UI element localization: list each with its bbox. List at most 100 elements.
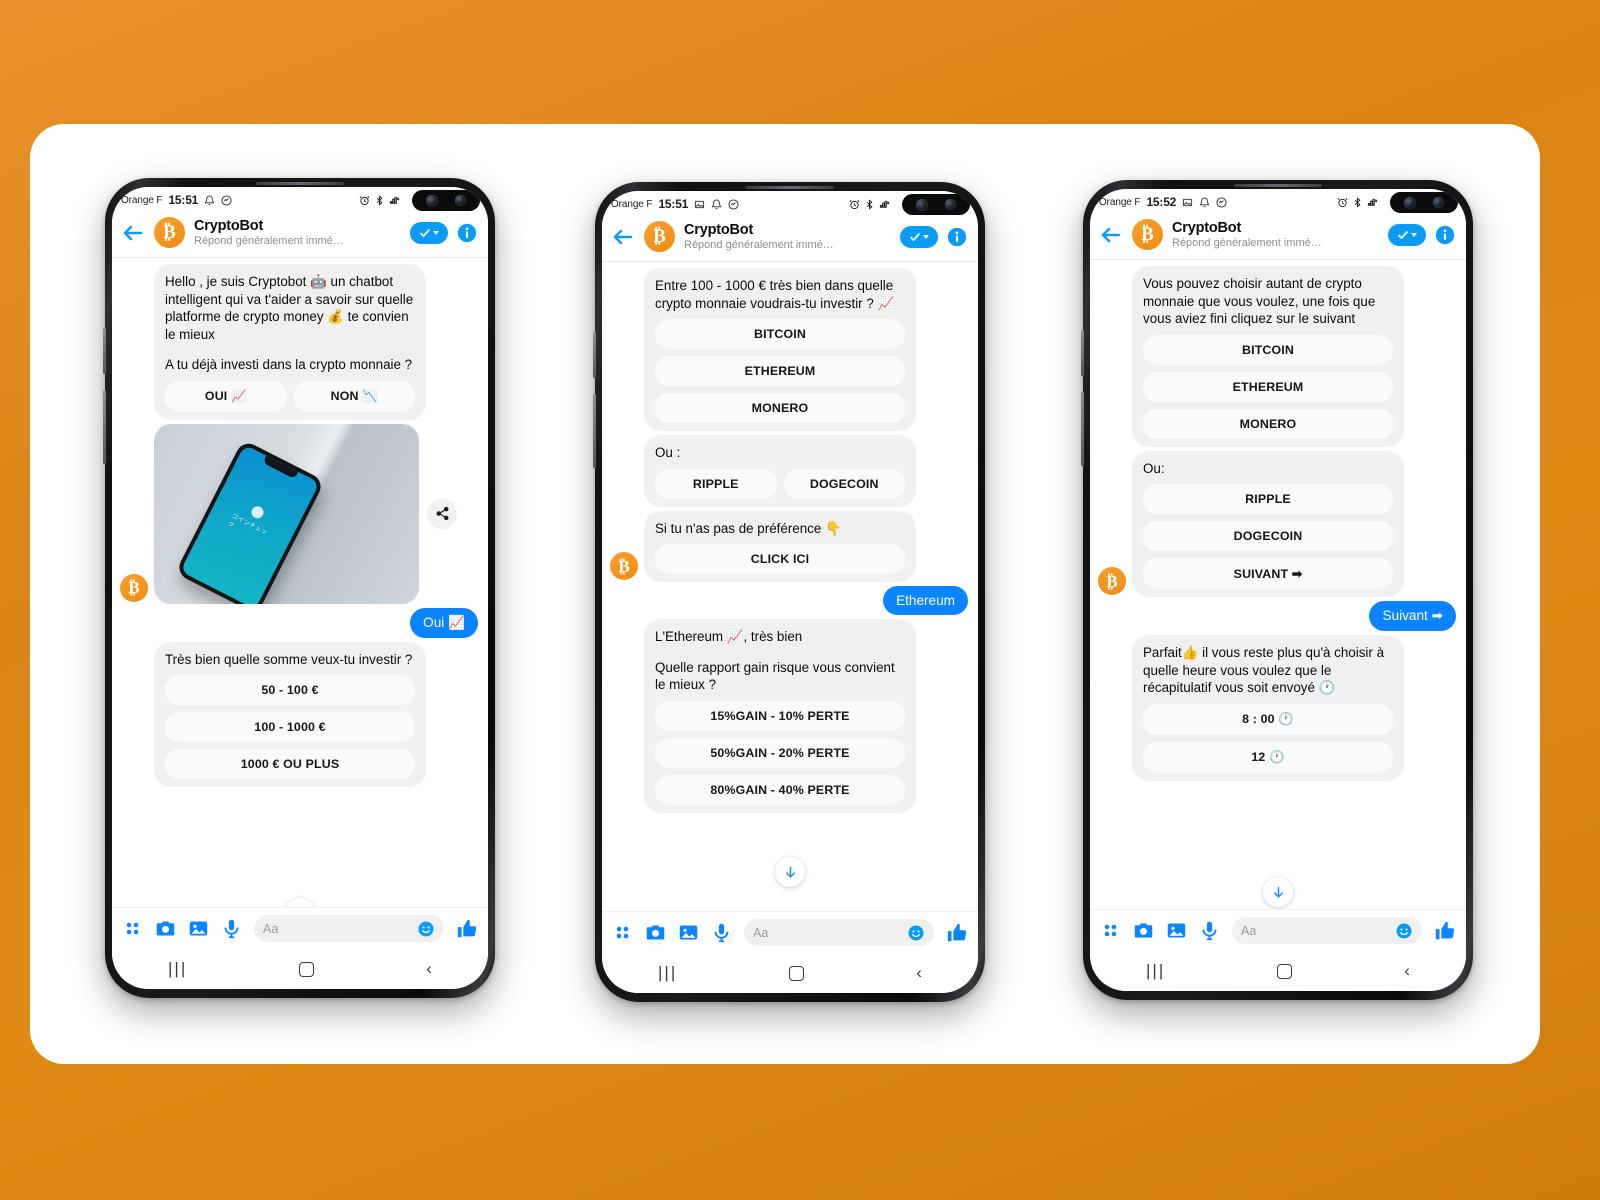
bitcoin-avatar[interactable]: ₿ [1132, 219, 1163, 250]
camera-icon[interactable] [155, 918, 176, 939]
quick-reply-bitcoin[interactable]: BITCOIN [1143, 334, 1393, 365]
recents-icon[interactable]: ||| [168, 959, 187, 979]
scroll-down-button[interactable] [775, 857, 805, 887]
conversation-list[interactable]: Vous pouvez choisir autant de crypto mon… [1090, 260, 1466, 909]
quick-reply-dogecoin[interactable]: DOGECOIN [1143, 521, 1393, 551]
conversation-list[interactable]: Entre 100 - 1000 € très bien dans quelle… [602, 262, 978, 911]
back-arrow-icon[interactable] [1099, 223, 1123, 247]
message-input[interactable]: Aa [1232, 917, 1422, 944]
bot-message-card: Ou : RIPPLE DOGECOIN [644, 435, 916, 507]
microphone-icon[interactable] [1199, 920, 1220, 941]
quick-reply-time-1[interactable]: 8 : 00 🕐 [1143, 703, 1393, 735]
home-icon[interactable] [299, 961, 315, 977]
android-navbar: ||| ‹ [602, 953, 978, 993]
recents-icon[interactable]: ||| [1146, 961, 1165, 981]
message-input[interactable]: Aa [744, 919, 934, 946]
check-pill-button[interactable] [410, 221, 448, 244]
quick-reply-amount-2[interactable]: 100 - 1000 € [165, 712, 415, 742]
volume-button[interactable] [1081, 330, 1084, 376]
bot-avatar-slot: ₿ [120, 424, 154, 604]
bluetooth-icon [376, 194, 383, 206]
thumbs-up-icon[interactable] [1434, 920, 1456, 942]
quick-reply-bitcoin[interactable]: BITCOIN [655, 319, 905, 349]
check-icon [1398, 230, 1408, 239]
info-icon[interactable] [947, 227, 967, 247]
message-input[interactable]: Aa [254, 915, 444, 942]
bot-message-card: Entre 100 - 1000 € très bien dans quelle… [644, 268, 916, 431]
alarm-icon [849, 199, 860, 209]
signal-mute-icon [1367, 198, 1378, 206]
android-navbar: ||| ‹ [1090, 951, 1466, 991]
scroll-down-button[interactable] [1263, 877, 1293, 907]
quick-reply-non[interactable]: NON 📉 [293, 380, 415, 412]
home-icon[interactable] [1277, 963, 1293, 979]
apps-grid-icon[interactable] [612, 922, 633, 943]
attached-photo[interactable]: コインチェック [154, 423, 419, 604]
home-icon[interactable] [789, 965, 805, 981]
emoji-icon[interactable] [907, 924, 925, 942]
back-icon[interactable]: ‹ [426, 959, 432, 979]
back-icon[interactable]: ‹ [1404, 961, 1410, 981]
quick-reply-amount-3[interactable]: 1000 € OU PLUS [165, 749, 415, 779]
bitcoin-avatar[interactable]: ₿ [154, 217, 185, 248]
camera-icon[interactable] [1133, 920, 1154, 941]
signal-mute-icon [879, 200, 890, 208]
quick-reply-dogecoin[interactable]: DOGECOIN [783, 468, 905, 499]
quick-reply-click-ici[interactable]: CLICK ICI [655, 544, 905, 574]
bell-icon [712, 199, 722, 209]
recents-icon[interactable]: ||| [658, 963, 677, 983]
gallery-icon[interactable] [1166, 920, 1187, 941]
quick-reply-monero[interactable]: MONERO [655, 393, 905, 423]
bitcoin-avatar[interactable]: ₿ [644, 221, 675, 252]
thumbs-up-icon[interactable] [456, 918, 478, 940]
bot-paragraph: Hello , je suis Cryptobot 🤖 un chatbot i… [165, 274, 414, 342]
power-button[interactable] [593, 394, 596, 468]
info-icon[interactable] [457, 223, 477, 243]
quick-reply-suivant[interactable]: SUIVANT ➡ [1143, 558, 1393, 589]
power-button[interactable] [103, 390, 106, 464]
back-icon[interactable]: ‹ [916, 963, 922, 983]
power-button[interactable] [1081, 392, 1084, 466]
emoji-icon[interactable] [417, 920, 435, 938]
back-arrow-icon[interactable] [611, 225, 635, 249]
message-row: Hello , je suis Cryptobot 🤖 un chatbot i… [112, 264, 488, 424]
volume-button[interactable] [593, 332, 596, 378]
front-camera-lens [425, 194, 438, 207]
apps-grid-icon[interactable] [1100, 920, 1121, 941]
quick-reply-row: OUI 📈 NON 📉 [165, 380, 415, 412]
signal-mute-icon [389, 196, 400, 204]
camera-icon[interactable] [645, 922, 666, 943]
quick-reply-ripple[interactable]: RIPPLE [655, 468, 777, 499]
quick-reply-ripple[interactable]: RIPPLE [1143, 484, 1393, 514]
info-icon[interactable] [1435, 225, 1455, 245]
status-bar: Orange F 15:52 [1090, 189, 1466, 215]
scroll-down-button[interactable] [285, 898, 315, 907]
share-icon[interactable] [427, 498, 457, 529]
front-camera-lens-2 [455, 195, 467, 206]
back-arrow-icon[interactable] [121, 221, 145, 245]
bot-paragraph: Ou : [655, 445, 681, 460]
quick-reply-amount-1[interactable]: 50 - 100 € [165, 675, 415, 705]
microphone-icon[interactable] [711, 922, 732, 943]
check-pill-button[interactable] [1388, 223, 1426, 246]
phone-screen: Orange F 15:51 ₿ CryptoBot Répond généra… [602, 191, 978, 993]
quick-reply-ethereum[interactable]: ETHEREUM [655, 356, 905, 386]
quick-reply-risk-1[interactable]: 15%GAIN - 10% PERTE [655, 700, 905, 731]
quick-reply-time-2[interactable]: 12 🕐 [1143, 741, 1393, 773]
check-pill-button[interactable] [900, 225, 938, 248]
emoji-icon[interactable] [1395, 922, 1413, 940]
apps-grid-icon[interactable] [122, 918, 143, 939]
microphone-icon[interactable] [221, 918, 242, 939]
volume-button[interactable] [103, 328, 106, 374]
user-message-bubble: Oui 📈 [410, 607, 478, 638]
thumbs-up-icon[interactable] [946, 922, 968, 944]
quick-reply-risk-2[interactable]: 50%GAIN - 20% PERTE [655, 737, 905, 768]
gallery-icon[interactable] [188, 918, 209, 939]
message-row: Entre 100 - 1000 € très bien dans quelle… [602, 268, 978, 435]
conversation-list[interactable]: Hello , je suis Cryptobot 🤖 un chatbot i… [112, 258, 488, 907]
gallery-icon[interactable] [678, 922, 699, 943]
quick-reply-oui[interactable]: OUI 📈 [165, 380, 287, 412]
quick-reply-ethereum[interactable]: ETHEREUM [1143, 371, 1393, 402]
quick-reply-monero[interactable]: MONERO [1143, 408, 1393, 439]
quick-reply-risk-3[interactable]: 80%GAIN - 40% PERTE [655, 774, 905, 805]
